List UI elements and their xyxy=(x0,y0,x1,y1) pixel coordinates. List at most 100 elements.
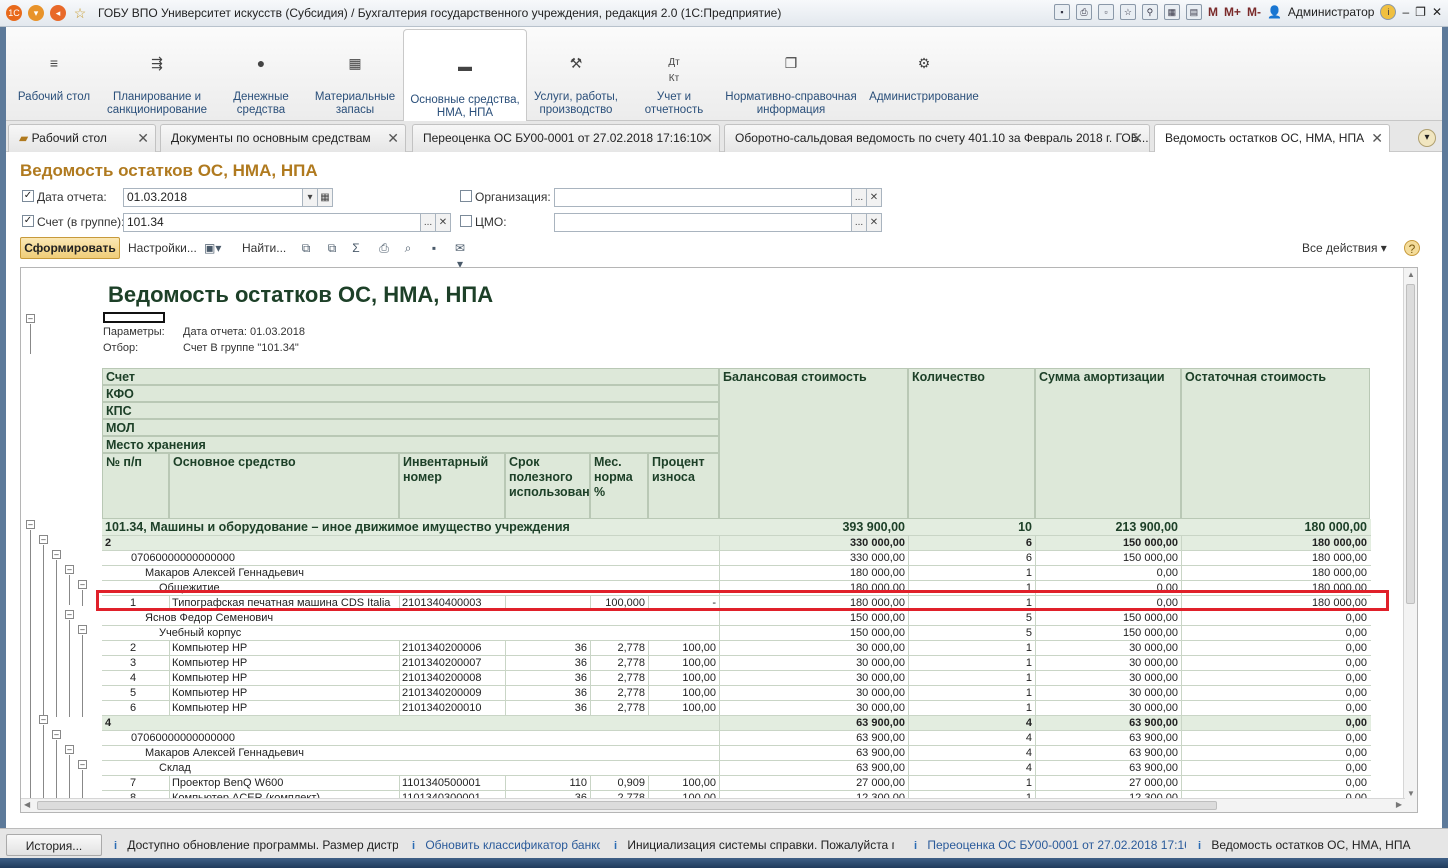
favorite-icon[interactable]: ☆ xyxy=(1119,4,1136,20)
close-tab-icon[interactable]: ✕ xyxy=(387,125,399,152)
scroll-down-icon[interactable]: ▼ xyxy=(1407,789,1415,798)
place-row[interactable]: Учебный корпус 150 000,00 5 150 000,00 0,00 xyxy=(102,626,1371,641)
org-field[interactable] xyxy=(554,188,852,207)
scroll-right-icon[interactable]: ▶ xyxy=(1396,800,1402,809)
status-update-notice[interactable]: i Доступно обновление программы. Размер … xyxy=(114,834,398,856)
section-money[interactable]: ● Денежные средства xyxy=(216,27,306,121)
info-icon[interactable]: i xyxy=(1380,4,1397,20)
help-icon[interactable]: ? xyxy=(1404,240,1420,256)
account-select-button[interactable]: ... xyxy=(420,213,436,232)
scroll-up-icon[interactable]: ▲ xyxy=(1407,270,1415,279)
kfo-row[interactable]: 2 330 000,00 6 150 000,00 180 000,00 xyxy=(102,536,1371,551)
tab-documents[interactable]: Документы по основным средствам ✕ xyxy=(160,124,406,152)
kps-row[interactable]: 07060000000000000 330 000,00 6 150 000,00 18… xyxy=(102,551,1371,566)
kps-row[interactable]: 07060000000000000 63 900,00 4 63 900,00 0,00 xyxy=(102,731,1371,746)
link-icon[interactable]: ⚲ xyxy=(1141,4,1158,20)
asset-row[interactable]: 4 Компьютер HP 2101340200008 36 2,778 100,00 3… xyxy=(102,671,1371,686)
sum-icon[interactable]: Σ xyxy=(348,240,364,256)
cmo-checkbox[interactable] xyxy=(460,215,472,227)
tab-revaluation[interactable]: Переоценка ОС БУ00-0001 от 27.02.2018 17… xyxy=(412,124,720,152)
collapse-icon[interactable]: – xyxy=(52,550,61,559)
generate-button[interactable]: Сформировать xyxy=(20,237,120,259)
section-accounting[interactable]: Дт Кт Учет и отчетность xyxy=(634,27,714,121)
account-checkbox[interactable]: ✓ xyxy=(22,215,34,227)
asset-row[interactable]: 2 Компьютер HP 2101340200006 36 2,778 100,00 3… xyxy=(102,641,1371,656)
collapse-icon[interactable]: – xyxy=(78,580,87,589)
date-dropdown-icon[interactable]: ▾ xyxy=(302,188,318,207)
account-clear-icon[interactable]: ✕ xyxy=(435,213,451,232)
scroll-left-icon[interactable]: ◀ xyxy=(24,800,30,809)
collapse-icon[interactable]: – xyxy=(39,715,48,724)
status-banks-link[interactable]: i Обновить классификатор банков xyxy=(412,834,600,856)
user-name[interactable]: Администратор xyxy=(1288,5,1375,19)
section-planning[interactable]: ⇶ Планирование и санкционирование xyxy=(102,27,212,121)
section-services[interactable]: ⚒ Услуги, работы, производство xyxy=(530,27,622,121)
report-date-checkbox[interactable]: ✓ xyxy=(22,190,34,202)
org-clear-icon[interactable]: ✕ xyxy=(866,188,882,207)
save-icon[interactable]: ▪ xyxy=(426,240,442,256)
calculator-icon[interactable]: ▦ xyxy=(1163,4,1180,20)
minimize-icon[interactable]: – xyxy=(1402,5,1409,19)
asset-row[interactable]: 5 Компьютер HP 2101340200009 36 2,778 100,00 3… xyxy=(102,686,1371,701)
email-icon[interactable]: ✉▾ xyxy=(452,240,468,271)
selected-cell[interactable] xyxy=(103,312,165,323)
cmo-field[interactable] xyxy=(554,213,852,232)
tab-balance-report[interactable]: Ведомость остатков ОС, НМА, НПА ✕ xyxy=(1154,124,1390,153)
history-button[interactable]: История... xyxy=(6,834,102,856)
m-button[interactable]: M xyxy=(1208,5,1218,19)
favorites-star-icon[interactable]: ☆ xyxy=(72,5,88,21)
preview-icon[interactable]: ⌕ xyxy=(400,240,416,256)
section-reference[interactable]: ❐ Нормативно-справочная информация xyxy=(724,27,858,121)
m-plus-button[interactable]: M+ xyxy=(1224,5,1241,19)
section-desktop[interactable]: ≡ Рабочий стол xyxy=(6,27,102,121)
report-date-field[interactable]: 01.03.2018 xyxy=(123,188,303,207)
preview-icon[interactable]: ▫ xyxy=(1097,4,1114,20)
close-icon[interactable]: ✕ xyxy=(1432,5,1442,19)
calendar-icon[interactable]: ▦ xyxy=(317,188,333,207)
history-icon[interactable]: ◂ xyxy=(50,5,66,21)
collapse-icon[interactable]: – xyxy=(65,610,74,619)
restore-icon[interactable]: ❐ xyxy=(1415,5,1426,19)
all-actions-button[interactable]: Все действия ▾ xyxy=(1302,237,1387,259)
place-row[interactable]: Склад 63 900,00 4 63 900,00 0,00 xyxy=(102,761,1371,776)
hscrollbar-thumb[interactable] xyxy=(37,801,1217,810)
section-admin[interactable]: ⚙ Администрирование xyxy=(868,27,980,121)
status-revaluation-link[interactable]: i Переоценка ОС БУ00-0001 от 27.02.2018 … xyxy=(914,834,1186,856)
collapse-icon[interactable]: – xyxy=(65,565,74,574)
print-icon[interactable]: ⎙ xyxy=(376,240,392,256)
mol-row[interactable]: Макаров Алексей Геннадьевич 63 900,00 4 63 … xyxy=(102,746,1371,761)
collapse-icon[interactable]: – xyxy=(26,314,35,323)
collapse-icon[interactable]: – xyxy=(78,625,87,634)
close-tab-icon[interactable]: ✕ xyxy=(137,125,149,152)
scrollbar-thumb[interactable] xyxy=(1406,284,1415,604)
account-field[interactable]: 101.34 xyxy=(123,213,421,232)
tab-desktop[interactable]: ▰ Рабочий стол ✕ xyxy=(8,124,156,152)
horizontal-scrollbar[interactable]: ◀ ▶ xyxy=(21,798,1405,812)
group-total-row[interactable]: 101.34, Машины и оборудование – иное дви… xyxy=(102,519,1371,536)
mol-row[interactable]: Макаров Алексей Геннадьевич 180 000,00 1 0,… xyxy=(102,566,1371,581)
collapse-icon[interactable]: – xyxy=(26,520,35,529)
calendar-icon[interactable]: ▤ xyxy=(1185,4,1202,20)
close-tab-icon[interactable]: ✕ xyxy=(1371,125,1383,152)
asset-row[interactable]: 7 Проектор BenQ W600 1101340500001 110 0,909… xyxy=(102,776,1371,791)
collapse-icon[interactable]: – xyxy=(65,745,74,754)
mol-row[interactable]: Яснов Федор Семенович 150 000,00 5 150 000,… xyxy=(102,611,1371,626)
org-select-button[interactable]: ... xyxy=(851,188,867,207)
report-spreadsheet[interactable]: – – – – – – – – – – – – Ведомость остатк xyxy=(20,267,1418,813)
copy-icon[interactable]: ⧉ xyxy=(298,240,314,256)
asset-row[interactable]: 6 Компьютер HP 2101340200010 36 2,778 100,00 3… xyxy=(102,701,1371,716)
print-icon[interactable]: ⎙ xyxy=(1075,4,1092,20)
app-logo-icon[interactable]: 1С xyxy=(6,5,22,21)
status-help-init[interactable]: i Инициализация системы справки. Пожалуй… xyxy=(614,834,894,856)
collapse-icon[interactable]: – xyxy=(39,535,48,544)
paste-icon[interactable]: ⧉ xyxy=(324,240,340,256)
section-materials[interactable]: ▦ Материальные запасы xyxy=(310,27,400,121)
close-tab-icon[interactable]: ✕ xyxy=(701,125,713,152)
status-report-link[interactable]: i Ведомость остатков ОС, НМА, НПА xyxy=(1198,834,1428,856)
collapse-icon[interactable]: – xyxy=(52,730,61,739)
asset-row[interactable]: 3 Компьютер HP 2101340200007 36 2,778 100,00 3… xyxy=(102,656,1371,671)
find-button[interactable]: Найти... xyxy=(242,237,286,259)
cmo-select-button[interactable]: ... xyxy=(851,213,867,232)
section-fixed-assets[interactable]: ▬ Основные средства, НМА, НПА xyxy=(403,29,527,122)
cmo-clear-icon[interactable]: ✕ xyxy=(866,213,882,232)
